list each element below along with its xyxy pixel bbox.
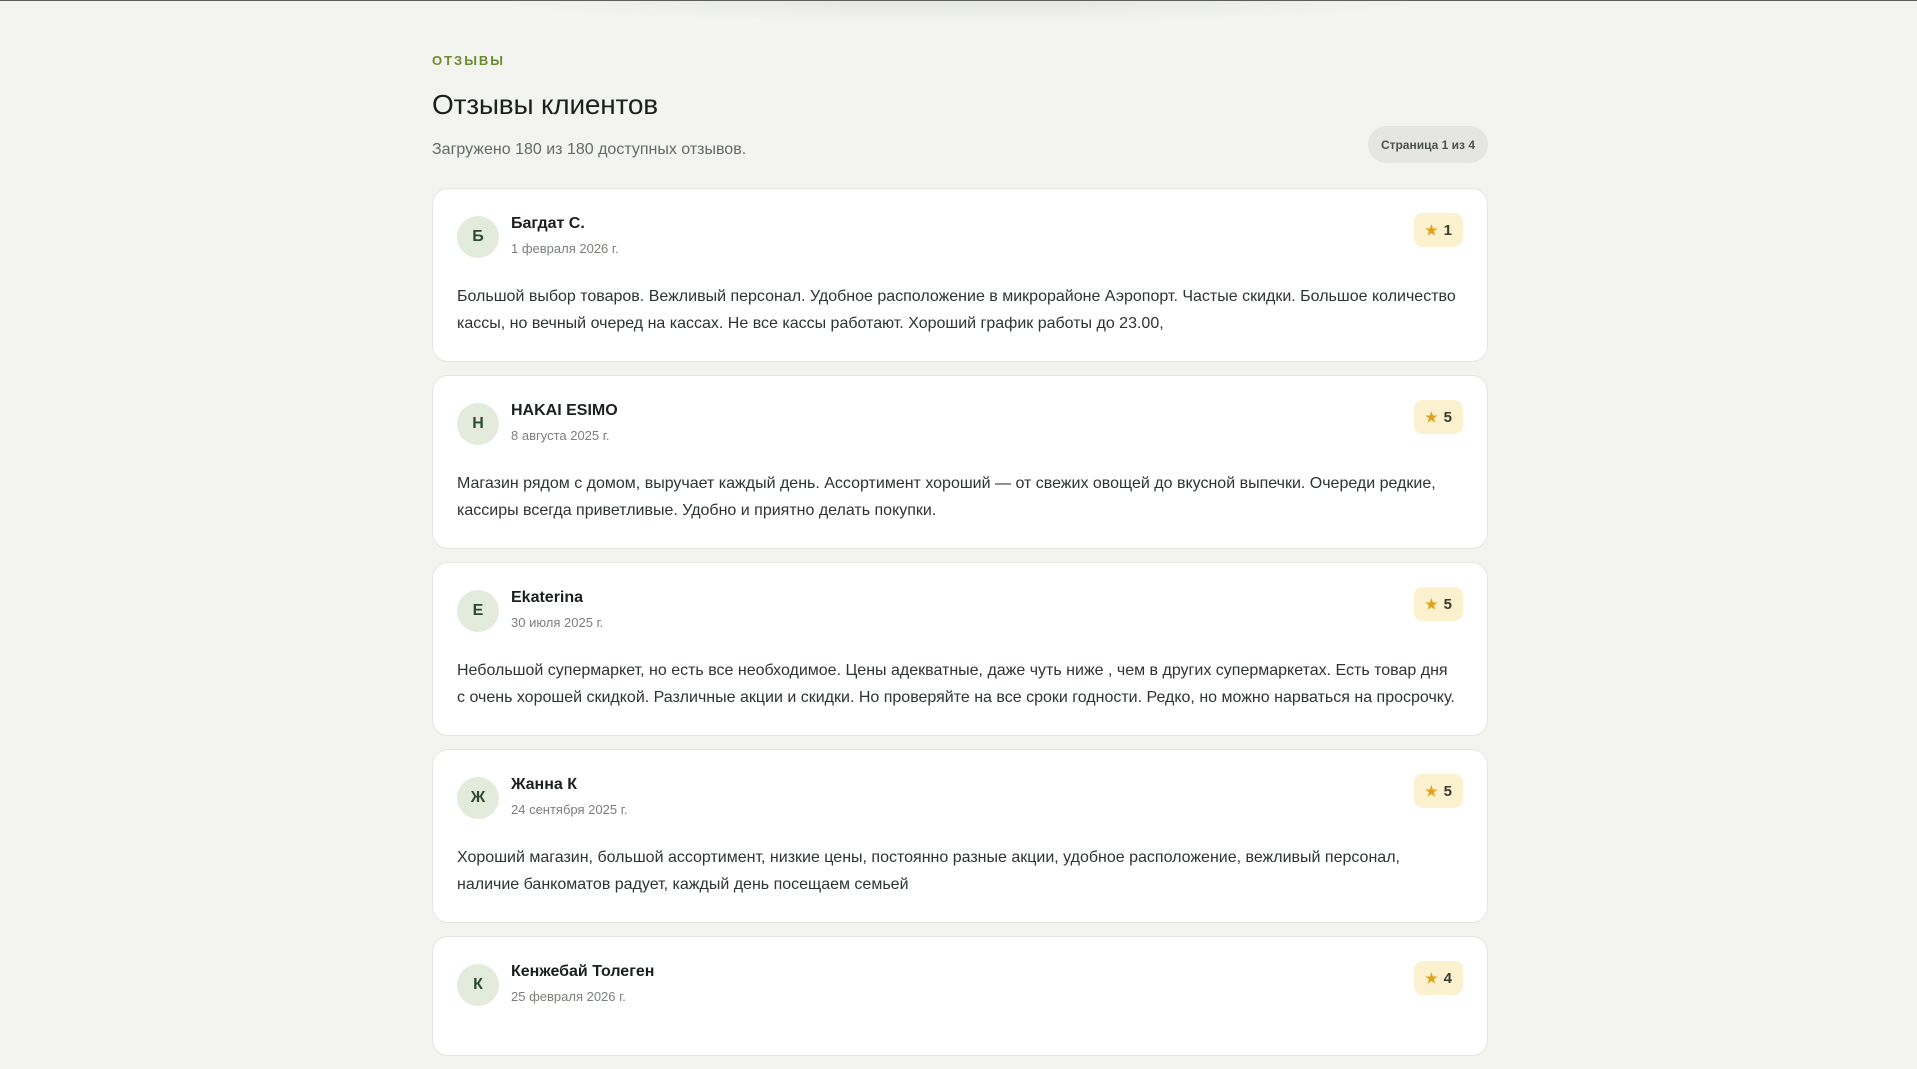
review-card: E Ekaterina 30 июля 2025 г. ★ 5 Небольшо…	[432, 562, 1488, 736]
review-author-block: Ekaterina 30 июля 2025 г.	[511, 589, 604, 631]
rating-value: 5	[1443, 595, 1452, 613]
star-icon: ★	[1425, 221, 1438, 238]
review-card: Ж Жанна К 24 сентября 2025 г. ★ 5 Хороши…	[432, 749, 1488, 923]
review-header: К Кенжебай Толеген 25 февраля 2026 г.	[457, 961, 1463, 1009]
review-author-block: Кенжебай Толеген 25 февраля 2026 г.	[511, 963, 654, 1005]
review-author: HAKAI ESIMO	[511, 401, 618, 419]
review-author: Жанна К	[511, 775, 577, 793]
avatar: К	[457, 964, 499, 1006]
review-date: 30 июля 2025 г.	[511, 614, 604, 630]
section-eyebrow: ОТЗЫВЫ	[432, 53, 506, 68]
star-icon: ★	[1425, 595, 1438, 612]
rating-value: 1	[1443, 221, 1452, 239]
avatar: H	[457, 403, 499, 445]
review-author: Кенжебай Толеген	[511, 962, 655, 980]
page-indicator-badge: Страница 1 из 4	[1367, 126, 1488, 163]
review-header: E Ekaterina 30 июля 2025 г.	[457, 587, 1463, 635]
review-header: Ж Жанна К 24 сентября 2025 г.	[457, 774, 1463, 822]
review-author-block: Багдат С. 1 февраля 2026 г.	[511, 215, 619, 257]
rating-value: 4	[1443, 969, 1452, 987]
review-header: H HAKAI ESIMO 8 августа 2025 г.	[457, 400, 1463, 448]
rating-badge: ★ 5	[1414, 400, 1463, 434]
rating-value: 5	[1443, 408, 1452, 426]
rating-badge: ★ 5	[1414, 774, 1463, 808]
review-date: 8 августа 2025 г.	[511, 427, 610, 443]
review-author-block: HAKAI ESIMO 8 августа 2025 г.	[511, 402, 618, 444]
review-text: Магазин рядом с домом, выручает каждый д…	[457, 475, 1436, 519]
review-card: Б Багдат С. 1 февраля 2026 г. ★ 1 Большо…	[432, 188, 1488, 362]
review-date: 24 сентября 2025 г.	[511, 801, 628, 817]
review-text: Небольшой супермаркет, но есть все необх…	[457, 662, 1455, 706]
top-shadow	[480, 1, 1440, 23]
reviews-list: Б Багдат С. 1 февраля 2026 г. ★ 1 Большо…	[432, 188, 1488, 1069]
avatar: Б	[457, 216, 499, 258]
star-icon: ★	[1425, 969, 1438, 986]
review-text: Большой выбор товаров. Вежливый персонал…	[457, 288, 1456, 332]
review-header: Б Багдат С. 1 февраля 2026 г.	[457, 213, 1463, 261]
review-date: 1 февраля 2026 г.	[511, 240, 619, 256]
review-card: H HAKAI ESIMO 8 августа 2025 г. ★ 5 Мага…	[432, 375, 1488, 549]
rating-value: 5	[1443, 782, 1452, 800]
rating-badge: ★ 5	[1414, 587, 1463, 621]
review-author: Багдат С.	[511, 214, 585, 232]
review-card: К Кенжебай Толеген 25 февраля 2026 г. ★ …	[432, 936, 1488, 1056]
star-icon: ★	[1425, 408, 1438, 425]
review-author-block: Жанна К 24 сентября 2025 г.	[511, 776, 628, 818]
avatar: E	[457, 590, 499, 632]
rating-badge: ★ 1	[1414, 213, 1463, 247]
star-icon: ★	[1425, 782, 1438, 799]
review-text: Хороший магазин, большой ассортимент, ни…	[457, 849, 1400, 893]
review-author: Ekaterina	[511, 588, 584, 606]
review-date: 25 февраля 2026 г.	[511, 988, 626, 1004]
page-title: Отзывы клиентов	[432, 89, 658, 120]
rating-badge: ★ 4	[1414, 961, 1463, 995]
avatar: Ж	[457, 777, 499, 819]
reviews-count-subtitle: Загружено 180 из 180 доступных отзывов.	[432, 141, 747, 158]
